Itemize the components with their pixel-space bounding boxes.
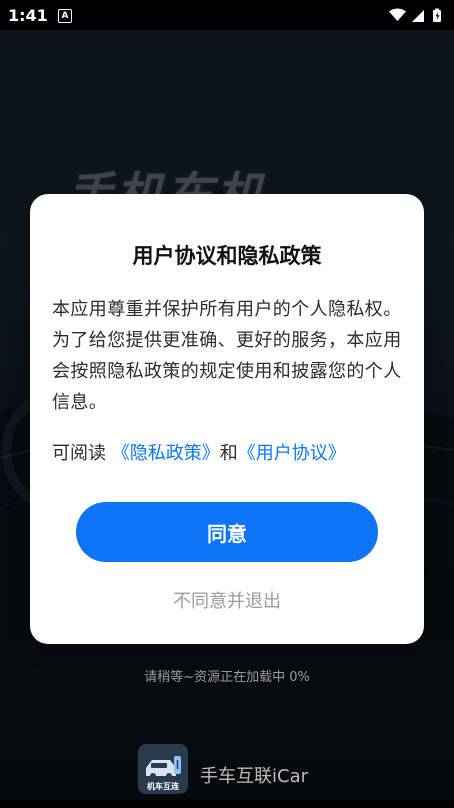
- bottom-bar: [0, 800, 454, 808]
- status-time: 1:41: [8, 6, 48, 25]
- links-prefix: 可阅读: [52, 443, 106, 464]
- notification-a-icon: A: [58, 9, 72, 23]
- links-conjunction: 和: [219, 443, 238, 464]
- signal-icon: [412, 10, 424, 22]
- status-bar: 1:41 A: [0, 0, 454, 30]
- policy-links: 可阅读 《隐私政策》和《用户协议》: [52, 442, 404, 466]
- wifi-icon: [389, 8, 406, 21]
- privacy-policy-link[interactable]: 《隐私政策》: [112, 443, 220, 464]
- app-name: 手车互联iCar: [200, 766, 308, 787]
- battery-icon: [433, 8, 441, 22]
- user-agreement-link[interactable]: 《用户协议》: [238, 443, 346, 464]
- decline-exit-button[interactable]: 不同意并退出: [30, 587, 424, 613]
- dialog-title: 用户协议和隐私政策: [132, 244, 322, 268]
- app-logo: 机车互连: [138, 744, 188, 794]
- dialog-body-text: 本应用尊重并保护所有用户的个人隐私权。为了给您提供更准确、更好的服务，本应用会按…: [52, 299, 402, 413]
- agree-button[interactable]: 同意: [76, 502, 378, 562]
- privacy-dialog: 用户协议和隐私政策 本应用尊重并保护所有用户的个人隐私权。为了给您提供更准确、更…: [30, 194, 424, 644]
- loading-status-text: 请稍等~资源正在加载中 0%: [144, 670, 310, 685]
- status-icons: [386, 7, 446, 23]
- logo-caption: 机车互连: [147, 782, 179, 791]
